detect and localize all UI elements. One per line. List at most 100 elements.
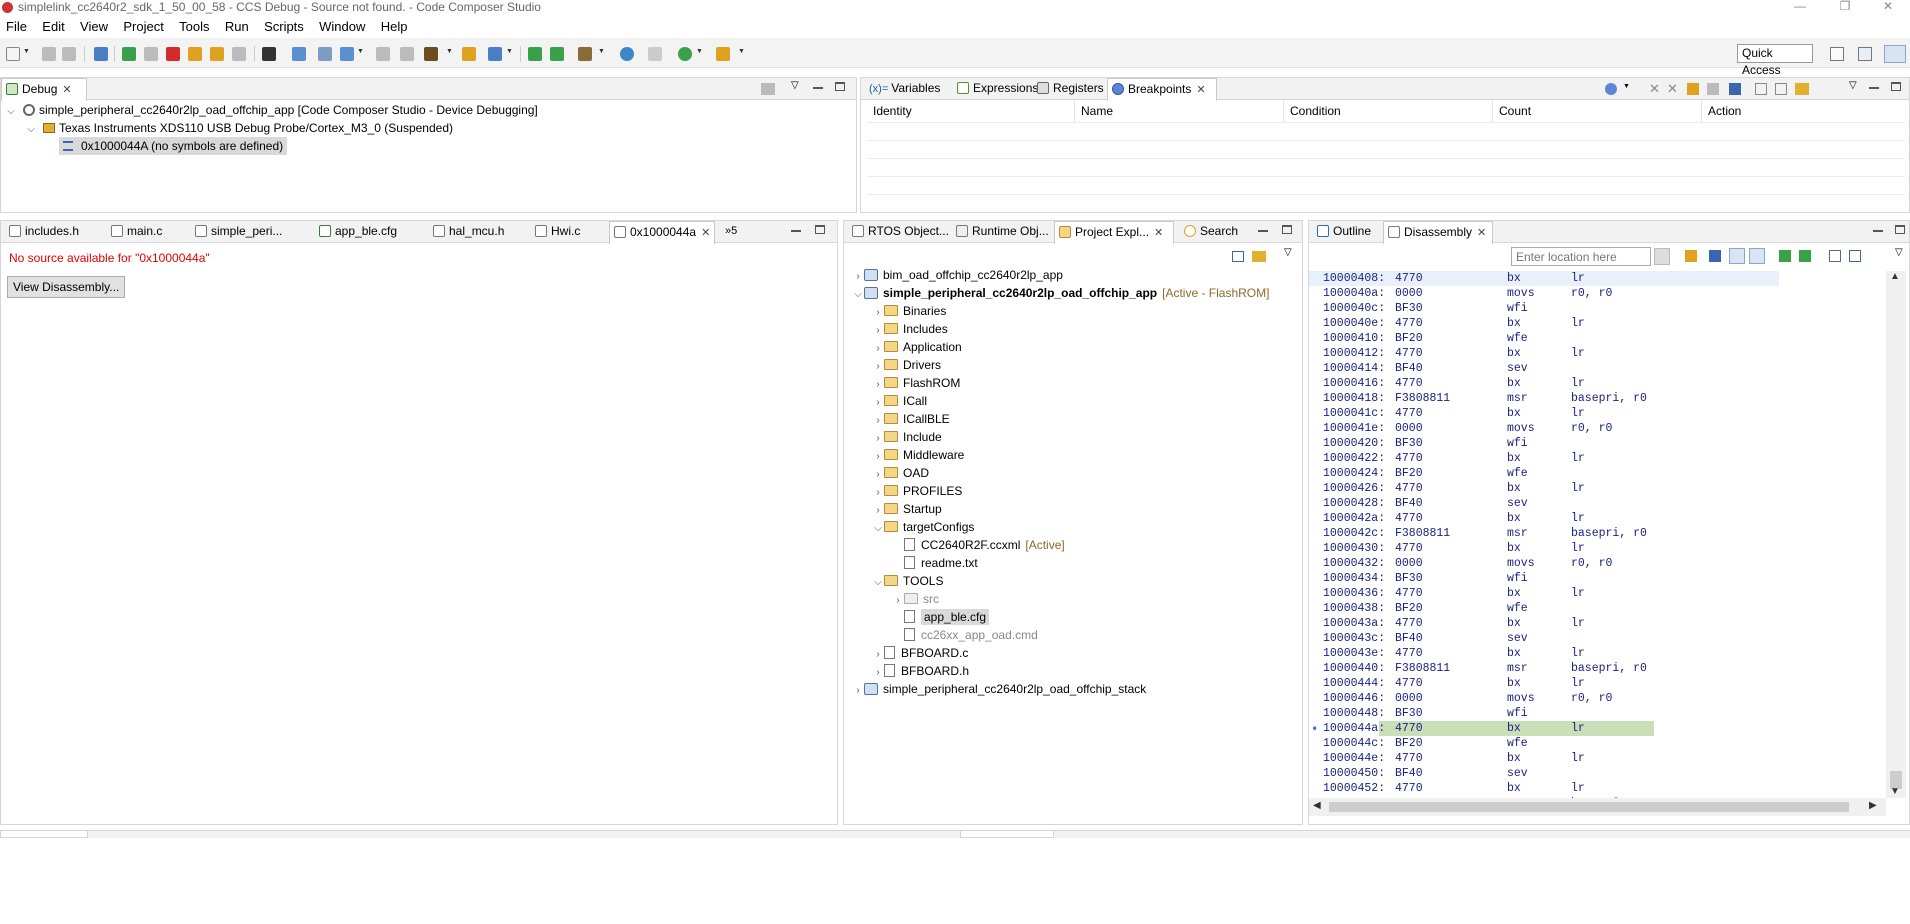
tree-item[interactable]: › PROFILES <box>872 482 962 500</box>
ccs-edit-perspective-icon[interactable] <box>1858 47 1872 61</box>
menu-file[interactable]: File <box>0 16 33 35</box>
tab-main-c[interactable]: main.c <box>107 221 162 243</box>
menu-tools[interactable]: Tools <box>173 16 215 35</box>
current-instruction-row[interactable]: 1000044a: 4770 bx lr <box>1323 721 1654 736</box>
maximize-icon[interactable] <box>1282 225 1294 236</box>
quick-access-input[interactable]: Quick Access <box>1737 44 1813 77</box>
tab-outline[interactable]: Outline <box>1313 221 1371 243</box>
menu-project[interactable]: Project <box>117 16 169 35</box>
tree-item[interactable]: ⌵ simple_peripheral_cc2640r2lp_oad_offchi… <box>852 284 1269 302</box>
tab-runtime-obj[interactable]: Runtime Obj... <box>952 221 1049 243</box>
minimize-icon[interactable] <box>1873 225 1885 236</box>
memory-icon[interactable] <box>262 47 276 61</box>
expand-all-icon[interactable] <box>1755 83 1767 95</box>
minimize-button[interactable]: — <box>1780 0 1820 16</box>
open-new-icon[interactable] <box>1829 250 1841 262</box>
chevron-down-icon[interactable]: ⌵ <box>5 103 17 121</box>
skip-all-icon[interactable] <box>1729 83 1741 95</box>
close-icon[interactable]: ✕ <box>1196 84 1205 96</box>
step-over-icon[interactable] <box>1799 250 1811 262</box>
minimize-icon[interactable] <box>791 225 803 236</box>
new-dropdown-icon[interactable]: ▼ <box>23 48 30 55</box>
restart-icon[interactable] <box>232 47 246 61</box>
tree-item[interactable]: › BFBOARD.h <box>872 662 969 680</box>
menu-view[interactable]: View <box>74 16 114 35</box>
step-into-icon[interactable] <box>462 47 476 61</box>
load-program-icon[interactable] <box>292 47 306 61</box>
tree-item[interactable]: › bim_oad_offchip_cc2640r2lp_app <box>852 266 1063 284</box>
tree-item[interactable]: › Startup <box>872 500 941 518</box>
tab-variables[interactable]: (x)= Variables <box>865 78 940 100</box>
maximize-icon[interactable] <box>1895 225 1907 236</box>
chevron-down-icon[interactable]: ⌵ <box>25 121 37 139</box>
connect-icon[interactable] <box>318 47 332 61</box>
close-window-button[interactable]: ✕ <box>1868 0 1908 16</box>
refresh-icon[interactable] <box>1685 250 1697 262</box>
tree-item[interactable]: › src <box>892 590 939 608</box>
minimize-icon[interactable] <box>1258 225 1270 236</box>
column-name[interactable]: Name <box>1075 100 1284 122</box>
tab-debug[interactable]: Debug ✕ <box>1 78 87 101</box>
tab-expressions[interactable]: Expressions <box>953 78 1038 100</box>
tree-item[interactable]: › BFBOARD.c <box>872 644 968 662</box>
show-symbols-icon[interactable] <box>1749 248 1765 264</box>
chevron-down-icon[interactable]: ⌵ <box>872 520 884 538</box>
link-icon[interactable] <box>1795 83 1809 95</box>
goto-icon[interactable] <box>1707 83 1719 95</box>
breakpoint-icon[interactable] <box>340 47 354 61</box>
new-icon[interactable] <box>6 47 20 61</box>
tree-item[interactable]: › ICall <box>872 392 927 410</box>
skip-breakpoints-icon[interactable] <box>376 47 390 61</box>
show-supported-icon[interactable] <box>1687 83 1699 95</box>
remove-breakpoints-icon[interactable] <box>400 47 414 61</box>
minimize-icon[interactable] <box>1869 82 1881 93</box>
step-into-icon[interactable] <box>1779 250 1791 262</box>
chevron-down-icon[interactable]: ⌵ <box>852 286 864 304</box>
maximize-icon[interactable] <box>1891 82 1903 93</box>
column-identity[interactable]: Identity <box>867 100 1075 122</box>
column-count[interactable]: Count <box>1493 100 1702 122</box>
menu-help[interactable]: Help <box>375 16 414 35</box>
tree-item[interactable]: ⌵ TOOLS <box>872 572 943 590</box>
remove-icon[interactable]: ✕ <box>1649 81 1660 97</box>
tree-item[interactable]: CC2640R2F.ccxml [Active] <box>892 536 1065 554</box>
tree-item[interactable]: › Include <box>872 428 941 446</box>
step-return-icon[interactable] <box>528 47 542 61</box>
tree-item[interactable]: › ICallBLE <box>872 410 949 428</box>
column-condition[interactable]: Condition <box>1284 100 1493 122</box>
tab-disassembly[interactable]: Disassembly ✕ <box>1383 221 1493 244</box>
tab-hwi-c[interactable]: Hwi.c <box>531 221 580 243</box>
menu-scripts[interactable]: Scripts <box>258 16 310 35</box>
tab-project-explorer[interactable]: Project Expl... ✕ <box>1054 221 1174 244</box>
collapse-all-icon[interactable] <box>1232 251 1244 262</box>
gear-icon[interactable] <box>678 47 692 61</box>
collapse-all-icon[interactable] <box>1775 83 1787 95</box>
tab-app-ble-cfg[interactable]: app_ble.cfg <box>315 221 397 243</box>
pin-icon[interactable] <box>716 47 730 61</box>
scrollbar-thumb[interactable] <box>1329 802 1849 812</box>
dropdown-icon[interactable]: ▼ <box>1623 83 1630 90</box>
tab-hal-mcu-h[interactable]: hal_mcu.h <box>429 221 504 243</box>
tab-breakpoints[interactable]: Breakpoints ✕ <box>1107 78 1217 101</box>
tab-simple-peripheral[interactable]: simple_peri... <box>191 221 282 243</box>
view-menu-icon[interactable]: ▽ <box>1284 247 1292 258</box>
tab-overflow[interactable]: »5 <box>721 221 737 243</box>
tree-item[interactable]: › Binaries <box>872 302 946 320</box>
ccs-debug-perspective-icon[interactable] <box>1884 45 1906 63</box>
view-menu-icon[interactable]: ▽ <box>1895 247 1903 258</box>
tab-includes-h[interactable]: includes.h <box>5 221 79 243</box>
menu-window[interactable]: Window <box>313 16 371 35</box>
vertical-scrollbar[interactable]: ▲ ▼ <box>1886 271 1906 798</box>
step-over-asm-icon[interactable] <box>550 47 564 61</box>
tab-search[interactable]: Search <box>1180 221 1238 243</box>
save-all-icon[interactable] <box>62 47 76 61</box>
home-icon[interactable] <box>1709 250 1721 262</box>
tree-item[interactable]: cc26xx_app_oad.cmd <box>892 626 1038 644</box>
tab-rtos-object[interactable]: RTOS Object... <box>848 221 949 243</box>
tree-item[interactable]: › Includes <box>872 320 947 338</box>
restore-button[interactable]: ❐ <box>1825 0 1865 16</box>
close-icon[interactable]: ✕ <box>1154 227 1163 239</box>
menu-run[interactable]: Run <box>219 16 255 35</box>
menu-edit[interactable]: Edit <box>36 16 70 35</box>
chevron-down-icon[interactable]: ⌵ <box>872 574 884 592</box>
